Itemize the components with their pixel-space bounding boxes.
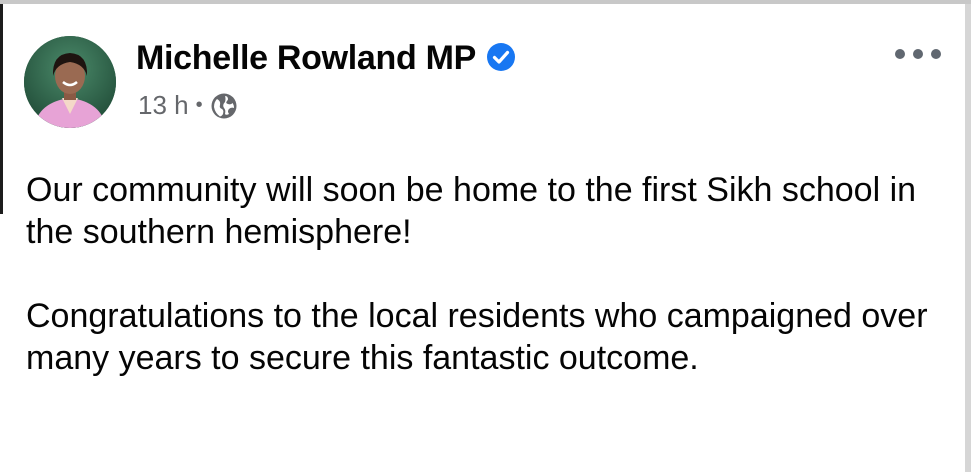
avatar-image xyxy=(24,36,116,128)
globe-icon[interactable] xyxy=(210,92,238,120)
avatar[interactable] xyxy=(24,36,116,128)
post-header: Michelle Rowland MP 13 h • xyxy=(24,32,941,132)
author-name-row: Michelle Rowland MP xyxy=(136,39,516,78)
author-name[interactable]: Michelle Rowland MP xyxy=(136,39,476,77)
left-border xyxy=(0,4,3,214)
right-border xyxy=(965,4,971,472)
post-timestamp[interactable]: 13 h xyxy=(138,90,189,121)
post-paragraph: Congratulations to the local residents w… xyxy=(26,297,928,377)
more-options-button[interactable] xyxy=(895,44,941,64)
verified-badge-icon xyxy=(487,43,516,72)
meta-separator: • xyxy=(195,94,203,116)
post-meta: 13 h • xyxy=(138,90,238,121)
more-dot xyxy=(913,49,923,59)
more-dot xyxy=(931,49,941,59)
more-dot xyxy=(895,49,905,59)
facebook-post-card: Michelle Rowland MP 13 h • Our community… xyxy=(0,0,971,472)
post-paragraph: Our community will soon be home to the f… xyxy=(26,171,917,251)
post-body: Our community will soon be home to the f… xyxy=(26,169,931,379)
